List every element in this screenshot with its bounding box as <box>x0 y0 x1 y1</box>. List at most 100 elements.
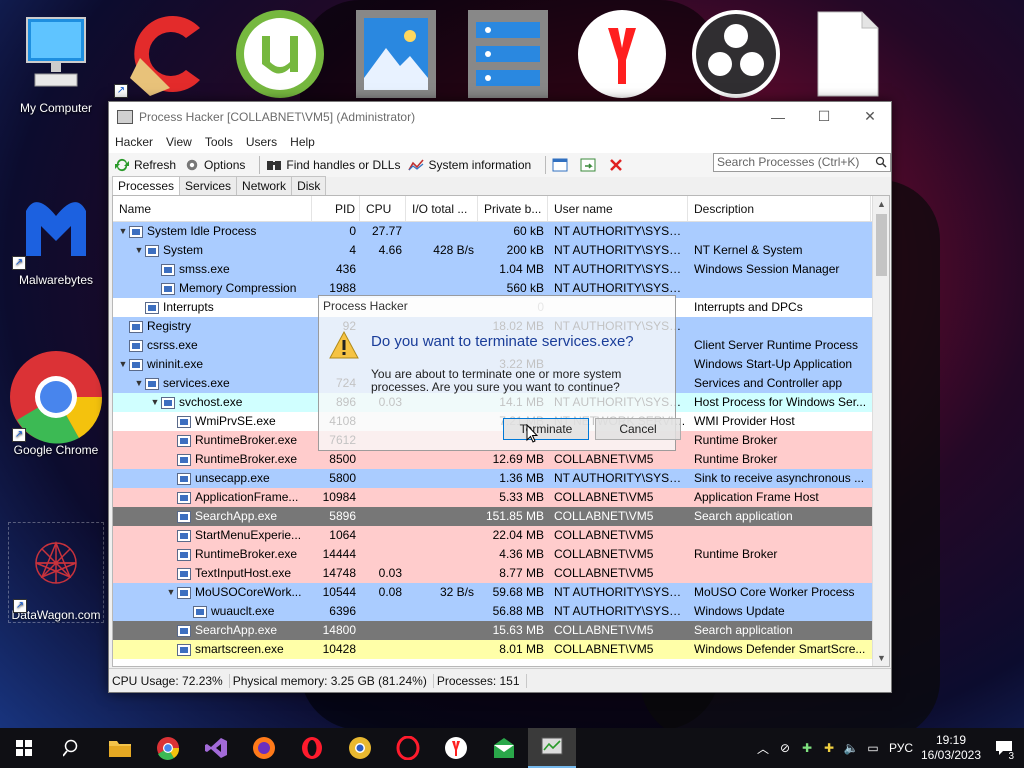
tab-services[interactable]: Services <box>179 176 238 195</box>
refresh-button[interactable]: Refresh <box>114 158 176 172</box>
options-button[interactable]: Options <box>184 158 245 172</box>
clock[interactable]: 19:19 16/03/2023 <box>918 733 984 763</box>
obs-icon <box>692 10 780 98</box>
cell-name: ▼ svchost.exe <box>113 393 312 412</box>
minimize-button[interactable]: — <box>755 102 801 131</box>
table-row[interactable]: ApplicationFrame... 10984 5.33 MB COLLABNET… <box>113 488 889 507</box>
desktop-icon-yandex[interactable] <box>576 8 668 100</box>
table-row[interactable]: TextInputHost.exe 14748 0.03 8.77 MB COLLABN… <box>113 564 889 583</box>
tray-app-icon[interactable]: ⊘ <box>774 741 796 755</box>
desktop-icon-server-app[interactable] <box>462 8 554 100</box>
desktop-icon-datawagon[interactable]: ↗ DataWagon.com <box>8 522 104 623</box>
table-row[interactable]: RuntimeBroker.exe 8500 12.69 MB COLLABNET\V… <box>113 450 889 469</box>
taskbar-mail[interactable] <box>480 728 528 768</box>
tray-network-icon[interactable]: ✚ <box>796 741 818 755</box>
tree-expand-icon[interactable]: ▼ <box>133 241 145 260</box>
table-row[interactable]: ▼ System 4 4.66 428 B/s 200 kB NT AUTHORITY\SY… <box>113 241 889 260</box>
desktop-icon-document[interactable] <box>812 8 904 100</box>
window-button[interactable] <box>552 158 572 172</box>
menu-users[interactable]: Users <box>246 135 277 149</box>
menu-tools[interactable]: Tools <box>205 135 233 149</box>
terminate-confirm-dialog[interactable]: Process Hacker Do you want to terminate … <box>318 295 681 451</box>
tray-overflow-icon[interactable]: ︿ <box>752 740 774 757</box>
tree-expand-icon[interactable]: ▼ <box>149 393 161 412</box>
tree-expand-icon[interactable]: ▼ <box>117 222 129 241</box>
tab-disk[interactable]: Disk <box>291 176 327 195</box>
scroll-thumb[interactable] <box>876 214 887 276</box>
tab-network[interactable]: Network <box>236 176 293 195</box>
input-language[interactable]: РУС <box>884 741 918 755</box>
table-row[interactable]: smartscreen.exe 10428 8.01 MB COLLABNET\VM5… <box>113 640 889 659</box>
cell-name: RuntimeBroker.exe <box>113 545 312 564</box>
notification-center-button[interactable]: 3 <box>984 728 1024 768</box>
taskbar-yandex[interactable] <box>432 728 480 768</box>
vertical-scrollbar[interactable]: ▲ ▼ <box>872 196 889 666</box>
taskbar-visual-studio[interactable] <box>192 728 240 768</box>
start-button[interactable] <box>0 728 48 768</box>
title-bar[interactable]: Process Hacker [COLLABNET\VM5] (Administ… <box>109 102 891 131</box>
desktop-icon-malwarebytes[interactable]: ↗ Malwarebytes <box>8 186 104 287</box>
table-row[interactable]: SearchApp.exe 5896 151.85 MB COLLABNET\VM5 S… <box>113 507 889 526</box>
desktop-icon-ccleaner[interactable]: ↗ <box>114 8 212 100</box>
cancel-button[interactable]: Cancel <box>595 418 681 440</box>
table-row[interactable]: SearchApp.exe 14800 15.63 MB COLLABNET\VM5 S… <box>113 621 889 640</box>
tree-expand-icon[interactable]: ▼ <box>165 583 177 602</box>
table-row[interactable]: unsecapp.exe 5800 1.36 MB NT AUTHORITY\SYST… <box>113 469 889 488</box>
taskbar-opera[interactable] <box>288 728 336 768</box>
cell-private-bytes: 22.04 MB <box>492 528 544 542</box>
scroll-up-icon[interactable]: ▲ <box>873 196 889 212</box>
taskbar-opera-gx[interactable] <box>384 728 432 768</box>
tree-expand-icon[interactable]: ▼ <box>133 374 145 393</box>
opera-gx-icon <box>396 736 420 760</box>
column-header-description[interactable]: Description <box>688 196 871 221</box>
taskbar-chrome-alt[interactable] <box>336 728 384 768</box>
cell-description <box>688 279 871 298</box>
find-handles-button[interactable]: Find handles or DLLs <box>266 158 400 172</box>
menu-view[interactable]: View <box>166 135 192 149</box>
search-processes-input[interactable]: Search Processes (Ctrl+K) <box>713 153 891 172</box>
table-row[interactable]: ▼ MoUSOCoreWork... 10544 0.08 32 B/s 59.68 MB… <box>113 583 889 602</box>
taskbar-process-hacker[interactable] <box>528 728 576 768</box>
table-row[interactable]: ▼ System Idle Process 0 27.77 60 kB NT AUTHOR… <box>113 222 889 241</box>
table-row[interactable]: RuntimeBroker.exe 14444 4.36 MB COLLABNET\V… <box>113 545 889 564</box>
table-row[interactable]: smss.exe 436 1.04 MB NT AUTHORITY\SYSTEM Win… <box>113 260 889 279</box>
column-header-private-bytes[interactable]: Private b... <box>478 196 548 221</box>
go-to-window-button[interactable] <box>580 158 600 172</box>
table-row[interactable]: wuauclt.exe 6396 56.88 MB NT AUTHORITY\SYST… <box>113 602 889 621</box>
taskbar-file-explorer[interactable] <box>96 728 144 768</box>
process-hacker-icon <box>117 109 133 124</box>
desktop-icon-obs[interactable] <box>690 8 782 100</box>
terminate-toolbar-button[interactable] <box>608 158 628 172</box>
process-icon <box>177 643 191 656</box>
process-name: RuntimeBroker.exe <box>195 433 298 447</box>
scroll-down-icon[interactable]: ▼ <box>873 650 889 666</box>
desktop-icon-utorrent[interactable] <box>234 8 326 100</box>
taskbar-search-button[interactable] <box>48 728 96 768</box>
terminate-button[interactable]: Terminate <box>503 418 589 440</box>
column-header-io[interactable]: I/O total ... <box>406 196 478 221</box>
maximize-button[interactable]: ☐ <box>801 102 847 131</box>
tray-volume-icon[interactable]: 🔈 <box>840 741 862 755</box>
cell-description: Windows Start-Up Application <box>694 357 853 371</box>
desktop-icon-image-app[interactable] <box>350 8 442 100</box>
cell-io-total <box>406 222 478 241</box>
tab-processes[interactable]: Processes <box>112 176 181 195</box>
menu-hacker[interactable]: Hacker <box>115 135 153 149</box>
taskbar-chrome[interactable] <box>144 728 192 768</box>
tray-update-icon[interactable]: ✚ <box>818 741 840 755</box>
column-header-pid[interactable]: PID <box>312 196 360 221</box>
cell-pid: 0 <box>349 224 356 238</box>
tray-monitor-icon[interactable]: ▭ <box>862 741 884 755</box>
system-information-button[interactable]: System information <box>408 158 531 172</box>
column-header-user-name[interactable]: User name <box>548 196 688 221</box>
taskbar-firefox[interactable] <box>240 728 288 768</box>
desktop-icon-google-chrome[interactable]: ↗ Google Chrome <box>8 350 104 457</box>
desktop-icon-my-computer[interactable]: My Computer <box>8 14 104 115</box>
tree-expand-icon[interactable]: ▼ <box>117 355 129 374</box>
table-row[interactable]: StartMenuExperie... 1064 22.04 MB COLLABNET… <box>113 526 889 545</box>
process-icon <box>145 377 159 390</box>
column-header-cpu[interactable]: CPU <box>360 196 406 221</box>
menu-help[interactable]: Help <box>290 135 315 149</box>
column-header-name[interactable]: Name <box>113 196 312 221</box>
close-button[interactable]: ✕ <box>847 102 893 131</box>
